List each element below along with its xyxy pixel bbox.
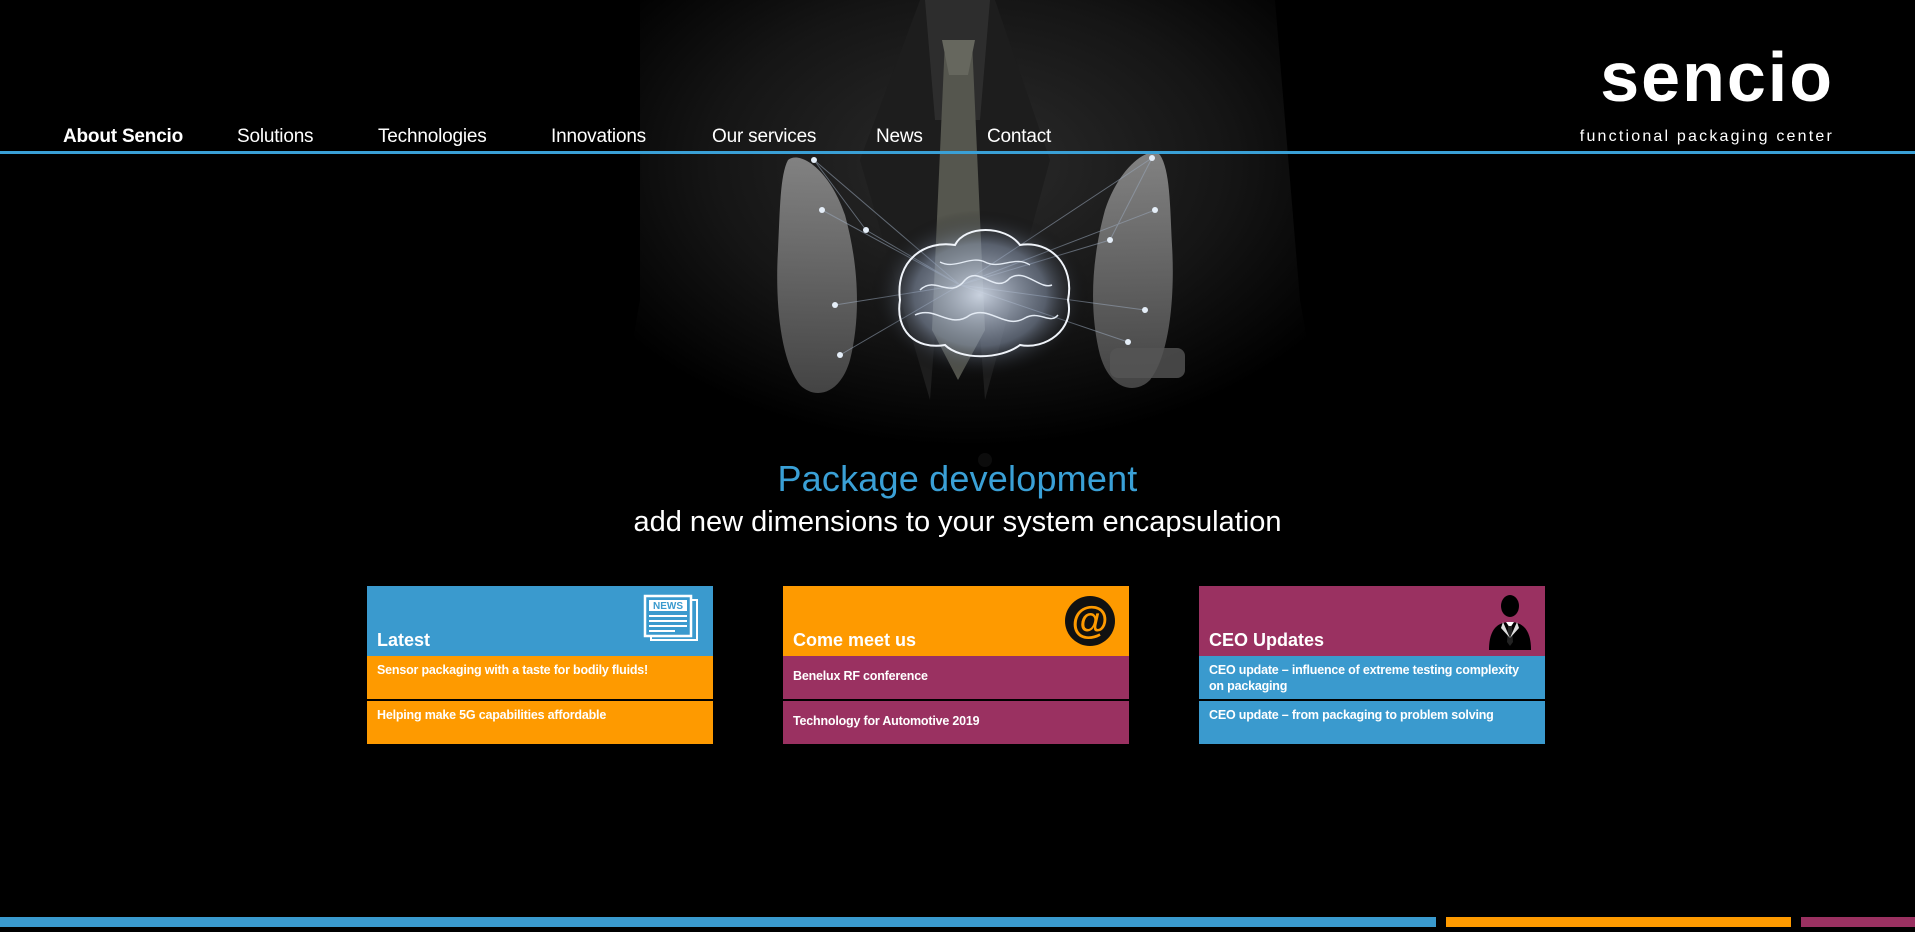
newspaper-icon: NEWS	[643, 594, 701, 649]
events-card: Come meet us @ Benelux RF conference Tec…	[783, 586, 1129, 744]
event-item-link[interactable]: Benelux RF conference	[793, 668, 1115, 684]
footer-bar-orange	[1446, 917, 1791, 927]
card-header: Latest NEWS	[367, 586, 713, 656]
card-header: Come meet us @	[783, 586, 1129, 656]
news-item-link[interactable]: Helping make 5G capabilities affordable	[377, 707, 699, 723]
news-item[interactable]: Helping make 5G capabilities affordable	[367, 701, 713, 744]
svg-text:@: @	[1071, 600, 1108, 642]
event-item[interactable]: Technology for Automotive 2019	[783, 701, 1129, 744]
nav-item-innovations[interactable]: Innovations	[551, 126, 646, 148]
ceo-update-item[interactable]: CEO update – influence of extreme testin…	[1199, 656, 1545, 699]
nav-item-our-services[interactable]: Our services	[712, 126, 816, 148]
logo-wordmark: sencio	[1600, 38, 1834, 116]
at-sign-icon: @	[1063, 594, 1117, 653]
nav-item-technologies[interactable]: Technologies	[378, 126, 487, 148]
nav-item-solutions[interactable]: Solutions	[237, 126, 314, 148]
svg-text:NEWS: NEWS	[653, 601, 683, 612]
ceo-update-item[interactable]: CEO update – from packaging to problem s…	[1199, 701, 1545, 744]
card-title: Come meet us	[793, 630, 917, 650]
nav-item-about-sencio[interactable]: About Sencio	[63, 126, 183, 148]
ceo-update-link[interactable]: CEO update – influence of extreme testin…	[1209, 662, 1531, 694]
footer-bar-purple	[1801, 917, 1915, 927]
footer-bar-blue	[0, 917, 1436, 927]
event-item-link[interactable]: Technology for Automotive 2019	[793, 713, 1115, 729]
card-title: CEO Updates	[1209, 630, 1325, 650]
hero-subline: add new dimensions to your system encaps…	[633, 506, 1282, 538]
ceo-update-link[interactable]: CEO update – from packaging to problem s…	[1209, 707, 1531, 723]
event-item[interactable]: Benelux RF conference	[783, 656, 1129, 699]
businessman-silhouette-icon	[1487, 592, 1533, 655]
sencio-logo[interactable]: sencio functional packaging center	[1568, 42, 1838, 152]
nav-item-news[interactable]: News	[876, 126, 923, 148]
news-item[interactable]: Sensor packaging with a taste for bodily…	[367, 656, 713, 699]
card-title: Latest	[377, 630, 431, 650]
ceo-updates-card: CEO Updates CEO update – influence of ex…	[1199, 586, 1545, 744]
latest-card: Latest NEWS Sensor packaging with a tast…	[367, 586, 713, 744]
hero-headline: Package development	[777, 458, 1138, 499]
logo-tagline: functional packaging center	[1579, 128, 1834, 145]
news-item-link[interactable]: Sensor packaging with a taste for bodily…	[377, 662, 699, 678]
card-header: CEO Updates	[1199, 586, 1545, 656]
nav-item-contact[interactable]: Contact	[987, 126, 1051, 148]
main-navigation: About Sencio Solutions Technologies Inno…	[0, 118, 1120, 152]
